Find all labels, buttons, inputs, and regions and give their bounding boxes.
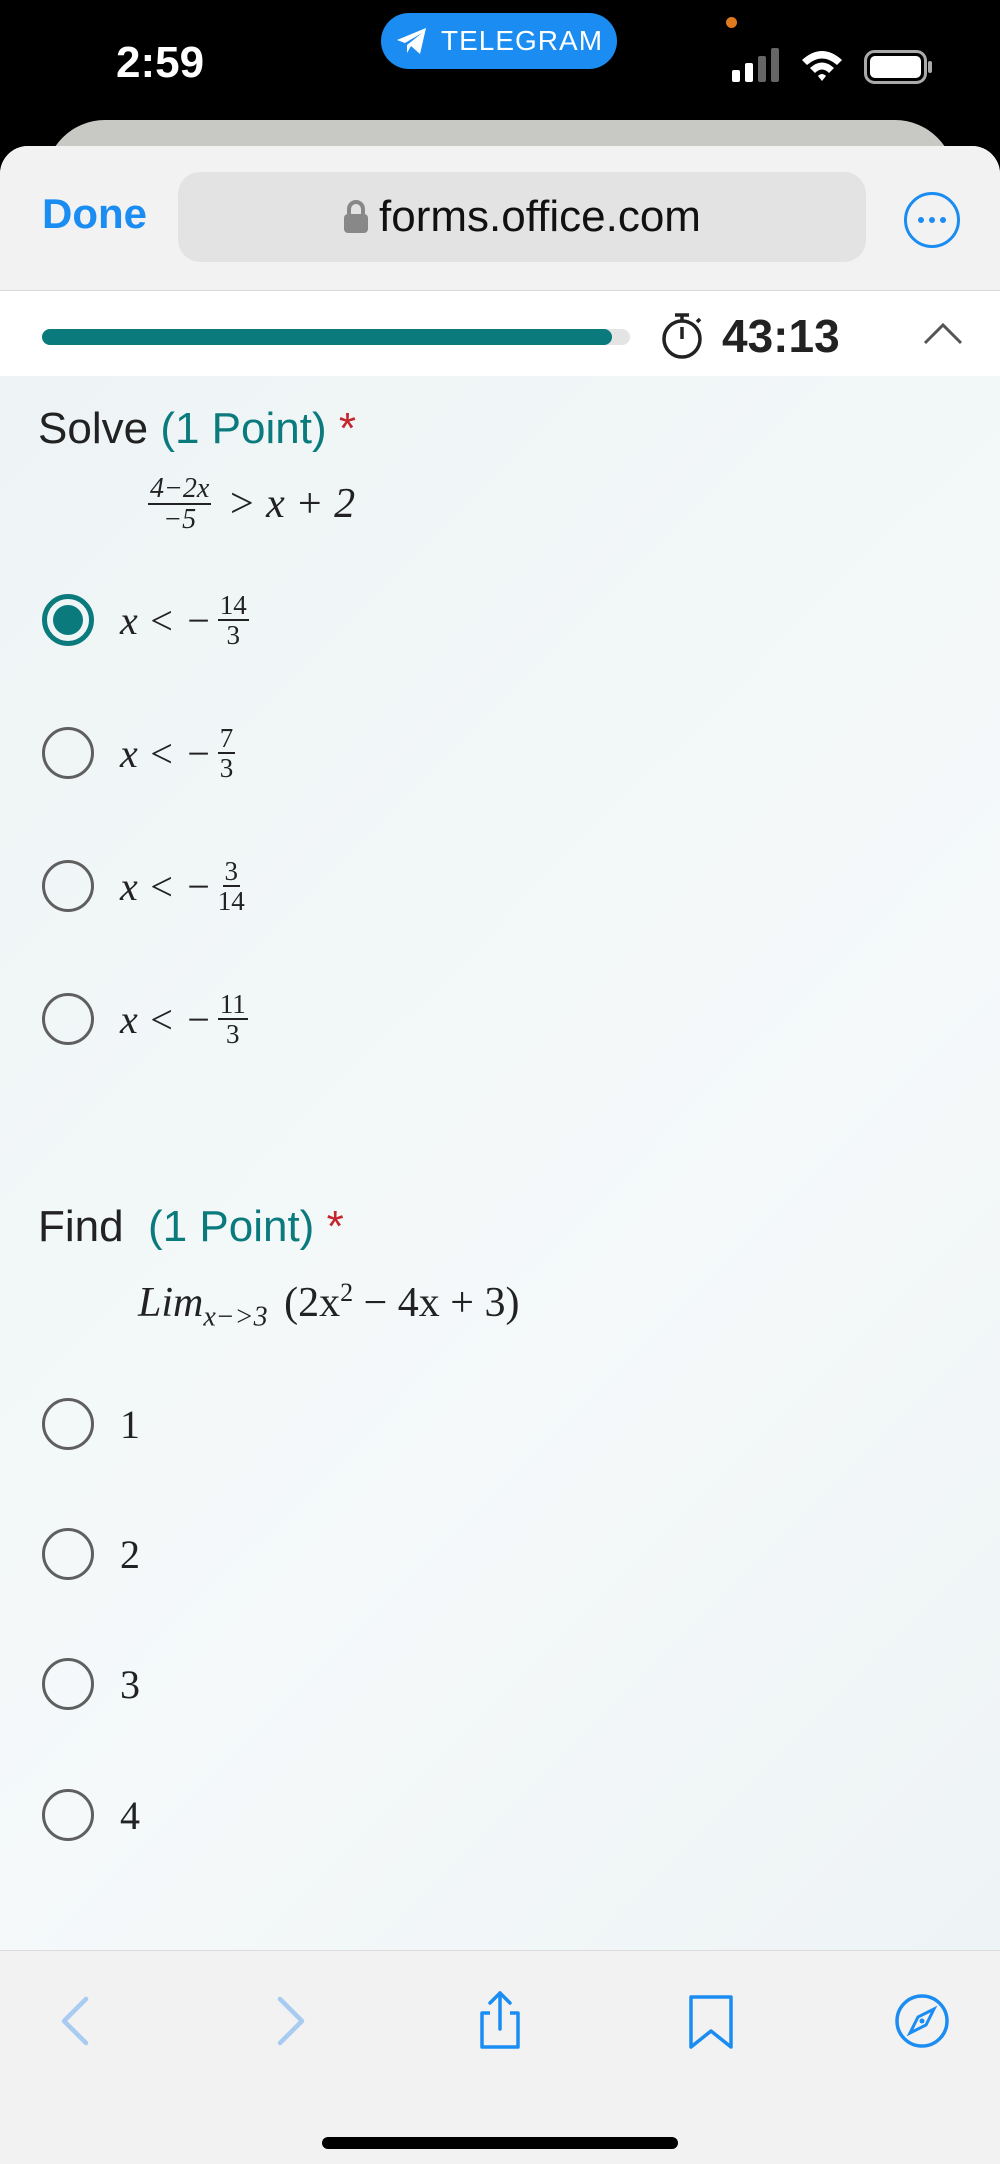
option-numerator: 7 bbox=[217, 722, 236, 754]
option-numerator: 14 bbox=[217, 589, 249, 621]
radio-button[interactable] bbox=[42, 993, 94, 1045]
back-icon[interactable] bbox=[48, 1991, 108, 2051]
url-text: forms.office.com bbox=[379, 192, 701, 241]
option-denominator: 14 bbox=[217, 886, 245, 916]
option-lhs: x < − bbox=[120, 996, 212, 1042]
option-lhs: x < − bbox=[120, 863, 212, 909]
answer-option[interactable]: 4 bbox=[42, 1780, 742, 1850]
option-label: x < − 3 14 bbox=[120, 855, 245, 916]
option-lhs: x < − bbox=[120, 730, 212, 776]
chevron-up-icon[interactable] bbox=[922, 317, 964, 349]
radio-button[interactable] bbox=[42, 727, 94, 779]
wifi-icon bbox=[802, 51, 842, 81]
option-denominator: 3 bbox=[226, 620, 241, 650]
address-bar[interactable]: forms.office.com bbox=[178, 172, 866, 262]
forward-icon[interactable] bbox=[258, 1991, 318, 2051]
required-mark: * bbox=[338, 404, 356, 453]
question-title: Find (1 Point) * bbox=[38, 1202, 344, 1252]
status-bar: 2:59 TELEGRAM bbox=[0, 0, 1000, 180]
option-numerator: 11 bbox=[217, 988, 248, 1020]
telegram-label: TELEGRAM bbox=[440, 25, 604, 56]
compass-icon[interactable] bbox=[892, 1991, 952, 2051]
question-prefix: Find bbox=[38, 1202, 124, 1251]
progress-bar bbox=[42, 329, 630, 345]
radio-button[interactable] bbox=[42, 860, 94, 912]
radio-button[interactable] bbox=[42, 1398, 94, 1450]
option-label: 4 bbox=[120, 1792, 140, 1838]
status-time: 2:59 bbox=[116, 38, 205, 87]
answer-option[interactable]: x < − 11 3 bbox=[42, 984, 742, 1054]
question-points: (1 Point) bbox=[160, 404, 327, 453]
radio-button[interactable] bbox=[42, 1528, 94, 1580]
option-label: x < − 11 3 bbox=[120, 988, 248, 1049]
home-indicator bbox=[322, 2137, 678, 2149]
browser-bottom-toolbar bbox=[0, 1950, 1000, 2164]
radio-button-selected[interactable] bbox=[42, 594, 94, 646]
expression-denominator: −5 bbox=[163, 504, 197, 536]
question-expression: Limx−>3 (2x2 − 4x + 3) bbox=[138, 1278, 519, 1333]
limit-body-rest: − 4x + 3) bbox=[353, 1280, 520, 1326]
question-expression: 4−2x −5 > x + 2 bbox=[142, 474, 355, 535]
limit-subscript: x−>3 bbox=[203, 1301, 268, 1333]
stopwatch-icon bbox=[662, 313, 702, 359]
lock-icon bbox=[344, 200, 369, 233]
answer-option[interactable]: 2 bbox=[42, 1519, 742, 1589]
question-prefix: Solve bbox=[38, 404, 149, 453]
required-mark: * bbox=[326, 1202, 344, 1251]
cellular-signal-icon bbox=[732, 48, 779, 82]
more-icon[interactable] bbox=[904, 192, 960, 248]
form-progress-header: 43:13 bbox=[0, 290, 1000, 377]
done-button[interactable]: Done bbox=[42, 190, 147, 238]
telegram-icon bbox=[396, 28, 426, 54]
telegram-return-pill[interactable]: TELEGRAM bbox=[381, 13, 617, 69]
share-icon[interactable] bbox=[470, 1991, 530, 2051]
form-content: Solve (1 Point) * 4−2x −5 > x + 2 x < − … bbox=[0, 376, 1000, 1950]
limit-exponent: 2 bbox=[340, 1278, 354, 1307]
bookmarks-icon[interactable] bbox=[681, 1991, 741, 2051]
question-title: Solve (1 Point) * bbox=[38, 404, 356, 454]
limit-body-open: (2x bbox=[284, 1280, 341, 1326]
answer-option[interactable]: x < − 3 14 bbox=[42, 851, 742, 921]
radio-button[interactable] bbox=[42, 1789, 94, 1841]
browser-sheet: Done forms.office.com 43:13 Solve (1 Poi… bbox=[0, 146, 1000, 2164]
answer-option[interactable]: 3 bbox=[42, 1649, 742, 1719]
expression-rest: > x + 2 bbox=[227, 481, 356, 528]
option-denominator: 3 bbox=[219, 753, 234, 783]
option-lhs: x < − bbox=[120, 597, 212, 643]
expression-numerator: 4−2x bbox=[148, 473, 212, 506]
option-numerator: 3 bbox=[222, 855, 240, 887]
progress-bar-fill bbox=[42, 329, 613, 345]
privacy-indicator-dot bbox=[726, 17, 737, 28]
option-label: 2 bbox=[120, 1531, 140, 1577]
answer-option[interactable]: x < − 73 bbox=[42, 718, 742, 788]
option-label: 3 bbox=[120, 1661, 140, 1707]
option-label: 1 bbox=[120, 1401, 140, 1447]
answer-option[interactable]: x < − 14 3 bbox=[42, 585, 742, 655]
option-denominator: 3 bbox=[226, 1019, 240, 1049]
option-label: x < − 14 3 bbox=[120, 589, 249, 650]
question-points: (1 Point) bbox=[148, 1202, 315, 1251]
countdown-timer: 43:13 bbox=[722, 310, 840, 362]
browser-toolbar: Done forms.office.com bbox=[0, 146, 1000, 290]
option-label: x < − 73 bbox=[120, 722, 236, 783]
battery-icon bbox=[864, 50, 932, 84]
limit-symbol: Lim bbox=[138, 1280, 204, 1326]
answer-option[interactable]: 1 bbox=[42, 1389, 742, 1459]
radio-button[interactable] bbox=[42, 1658, 94, 1710]
